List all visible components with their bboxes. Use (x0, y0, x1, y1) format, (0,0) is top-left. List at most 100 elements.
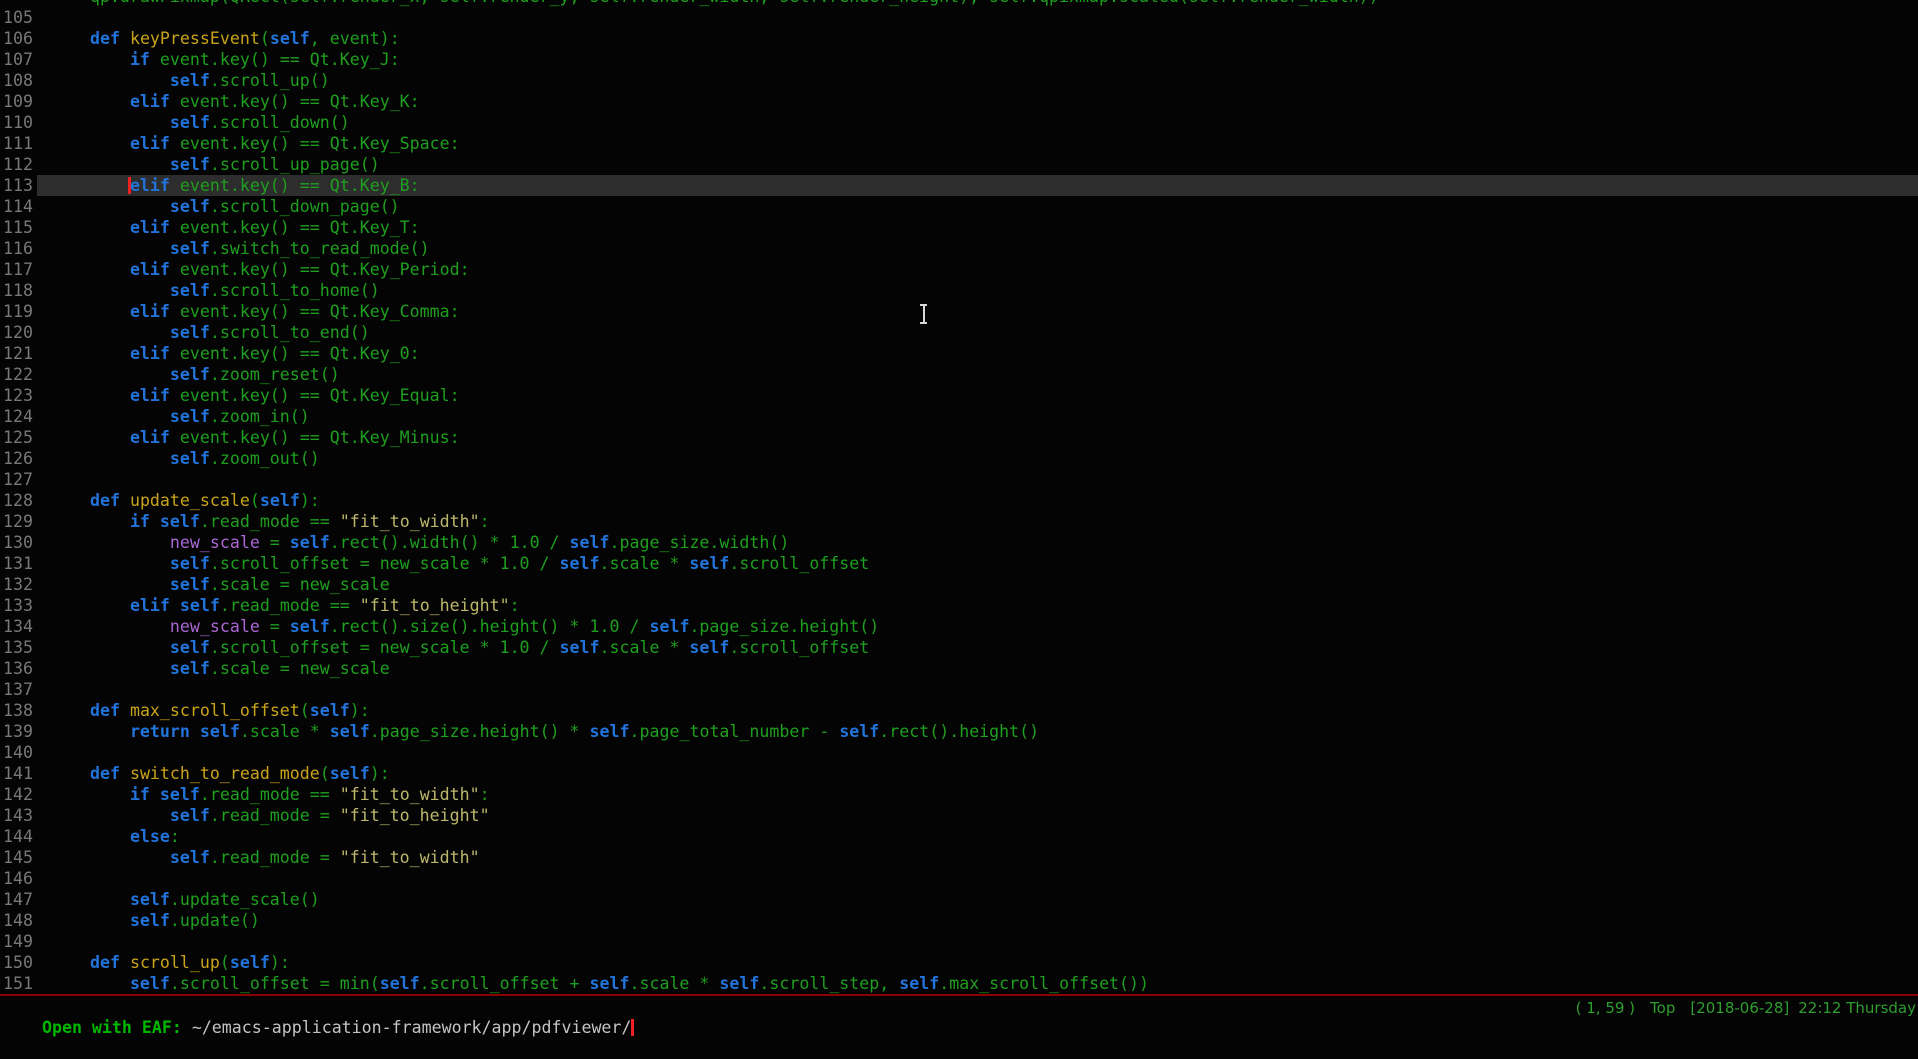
code-line-123[interactable]: 123 elif event.key() == Qt.Key_Equal: (0, 385, 1918, 406)
minibuffer-prompt: Open with EAF: (42, 1018, 192, 1037)
code-text: self.scale = new_scale (37, 658, 1918, 679)
code-line-124[interactable]: 124 self.zoom_in() (0, 406, 1918, 427)
code-text: if self.read_mode == "fit_to_width": (37, 784, 1918, 805)
tray-cursor-position: ( 1, 59 ) (1576, 999, 1635, 1017)
code-line-150[interactable]: 150 def scroll_up(self): (0, 952, 1918, 973)
code-line-109[interactable]: 109 elif event.key() == Qt.Key_K: (0, 91, 1918, 112)
code-text: self.scale = new_scale (37, 574, 1918, 595)
code-text: self.scroll_down_page() (37, 196, 1918, 217)
code-text: elif event.key() == Qt.Key_Equal: (37, 385, 1918, 406)
code-text: self.scroll_up() (37, 70, 1918, 91)
code-text: elif event.key() == Qt.Key_Space: (37, 133, 1918, 154)
code-line-110[interactable]: 110 self.scroll_down() (0, 112, 1918, 133)
code-lines: 105106 def keyPressEvent(self, event):10… (0, 7, 1918, 994)
code-text (37, 7, 1918, 28)
tray-time: 22:12 Thursday (1798, 999, 1916, 1017)
code-text: def switch_to_read_mode(self): (37, 763, 1918, 784)
code-text: def max_scroll_offset(self): (37, 700, 1918, 721)
code-line-137[interactable]: 137 (0, 679, 1918, 700)
code-line-128[interactable]: 128 def update_scale(self): (0, 490, 1918, 511)
code-line-135[interactable]: 135 self.scroll_offset = new_scale * 1.0… (0, 637, 1918, 658)
code-line-108[interactable]: 108 self.scroll_up() (0, 70, 1918, 91)
code-line-113[interactable]: 113 elif event.key() == Qt.Key_B: (0, 175, 1918, 196)
code-line-133[interactable]: 133 elif self.read_mode == "fit_to_heigh… (0, 595, 1918, 616)
code-line-141[interactable]: 141 def switch_to_read_mode(self): (0, 763, 1918, 784)
code-line-134[interactable]: 134 new_scale = self.rect().size().heigh… (0, 616, 1918, 637)
code-line-122[interactable]: 122 self.zoom_reset() (0, 364, 1918, 385)
code-line-118[interactable]: 118 self.scroll_to_home() (0, 280, 1918, 301)
awesome-tray: ( 1, 59 ) Top [2018-06-28] 22:12 Thursday (1557, 981, 1916, 1035)
code-text: elif event.key() == Qt.Key_Period: (37, 259, 1918, 280)
code-text: self.zoom_reset() (37, 364, 1918, 385)
mouse-cursor-ibeam-icon (919, 304, 928, 324)
code-line-106[interactable]: 106 def keyPressEvent(self, event): (0, 28, 1918, 49)
code-line-142[interactable]: 142 if self.read_mode == "fit_to_width": (0, 784, 1918, 805)
tray-scroll-state: Top (1650, 999, 1675, 1017)
code-line-148[interactable]: 148 self.update() (0, 910, 1918, 931)
code-text: new_scale = self.rect().size().height() … (37, 616, 1918, 637)
code-text: self.scroll_down() (37, 112, 1918, 133)
code-text: elif event.key() == Qt.Key_0: (37, 343, 1918, 364)
code-line-139[interactable]: 139 return self.scale * self.page_size.h… (0, 721, 1918, 742)
code-text: self.read_mode = "fit_to_height" (37, 805, 1918, 826)
code-line-145[interactable]: 145 self.read_mode = "fit_to_width" (0, 847, 1918, 868)
code-line-121[interactable]: 121 elif event.key() == Qt.Key_0: (0, 343, 1918, 364)
code-line-120[interactable]: 120 self.scroll_to_end() (0, 322, 1918, 343)
code-line-116[interactable]: 116 self.switch_to_read_mode() (0, 238, 1918, 259)
code-text: def keyPressEvent(self, event): (37, 28, 1918, 49)
tray-date: [2018-06-28] (1690, 999, 1789, 1017)
code-line-143[interactable]: 143 self.read_mode = "fit_to_height" (0, 805, 1918, 826)
echo-area: Open with EAF: ~/emacs-application-frame… (0, 994, 1918, 1037)
code-line-136[interactable]: 136 self.scale = new_scale (0, 658, 1918, 679)
code-text: self.scroll_to_home() (37, 280, 1918, 301)
code-text: else: (37, 826, 1918, 847)
code-text: new_scale = self.rect().width() * 1.0 / … (37, 532, 1918, 553)
code-line-127[interactable]: 127 (0, 469, 1918, 490)
code-text: elif event.key() == Qt.Key_Minus: (37, 427, 1918, 448)
code-text: elif event.key() == Qt.Key_T: (37, 217, 1918, 238)
code-text: elif event.key() == Qt.Key_B: (37, 175, 1918, 196)
code-line-114[interactable]: 114 self.scroll_down_page() (0, 196, 1918, 217)
partial-top-code-line: qp.drawPixmap(QRect(self.render_x, self.… (0, 0, 1918, 7)
code-line-131[interactable]: 131 self.scroll_offset = new_scale * 1.0… (0, 553, 1918, 574)
code-text: self.zoom_out() (37, 448, 1918, 469)
code-text (37, 931, 1918, 952)
minibuffer-cursor (631, 1019, 634, 1036)
code-text (37, 469, 1918, 490)
emacs-window: { "colors": { "bg": "#040404", "lineno":… (0, 0, 1918, 1037)
code-line-140[interactable]: 140 (0, 742, 1918, 763)
code-text (37, 742, 1918, 763)
code-line-144[interactable]: 144 else: (0, 826, 1918, 847)
code-buffer[interactable]: qp.drawPixmap(QRect(self.render_x, self.… (0, 0, 1918, 994)
code-text (37, 679, 1918, 700)
code-text: if event.key() == Qt.Key_J: (37, 49, 1918, 70)
code-text: self.zoom_in() (37, 406, 1918, 427)
code-line-105[interactable]: 105 (0, 7, 1918, 28)
code-text: elif self.read_mode == "fit_to_height": (37, 595, 1918, 616)
code-line-115[interactable]: 115 elif event.key() == Qt.Key_T: (0, 217, 1918, 238)
code-line-111[interactable]: 111 elif event.key() == Qt.Key_Space: (0, 133, 1918, 154)
code-text: self.scroll_up_page() (37, 154, 1918, 175)
code-line-132[interactable]: 132 self.scale = new_scale (0, 574, 1918, 595)
code-line-112[interactable]: 112 self.scroll_up_page() (0, 154, 1918, 175)
code-line-146[interactable]: 146 (0, 868, 1918, 889)
code-line-107[interactable]: 107 if event.key() == Qt.Key_J: (0, 49, 1918, 70)
code-line-138[interactable]: 138 def max_scroll_offset(self): (0, 700, 1918, 721)
code-line-149[interactable]: 149 (0, 931, 1918, 952)
code-line-129[interactable]: 129 if self.read_mode == "fit_to_width": (0, 511, 1918, 532)
partial-line-text: qp.drawPixmap(QRect(self.render_x, self.… (50, 0, 1379, 7)
code-text: elif event.key() == Qt.Key_Comma: (37, 301, 1918, 322)
code-text: return self.scale * self.page_size.heigh… (37, 721, 1918, 742)
code-text: self.read_mode = "fit_to_width" (37, 847, 1918, 868)
code-line-126[interactable]: 126 self.zoom_out() (0, 448, 1918, 469)
code-text (37, 868, 1918, 889)
code-line-119[interactable]: 119 elif event.key() == Qt.Key_Comma: (0, 301, 1918, 322)
code-line-147[interactable]: 147 self.update_scale() (0, 889, 1918, 910)
code-line-125[interactable]: 125 elif event.key() == Qt.Key_Minus: (0, 427, 1918, 448)
code-text: self.update() (37, 910, 1918, 931)
minibuffer-input[interactable]: ~/emacs-application-framework/app/pdfvie… (192, 1018, 632, 1037)
code-line-130[interactable]: 130 new_scale = self.rect().width() * 1.… (0, 532, 1918, 553)
code-text: self.scroll_to_end() (37, 322, 1918, 343)
code-text: def scroll_up(self): (37, 952, 1918, 973)
code-line-117[interactable]: 117 elif event.key() == Qt.Key_Period: (0, 259, 1918, 280)
